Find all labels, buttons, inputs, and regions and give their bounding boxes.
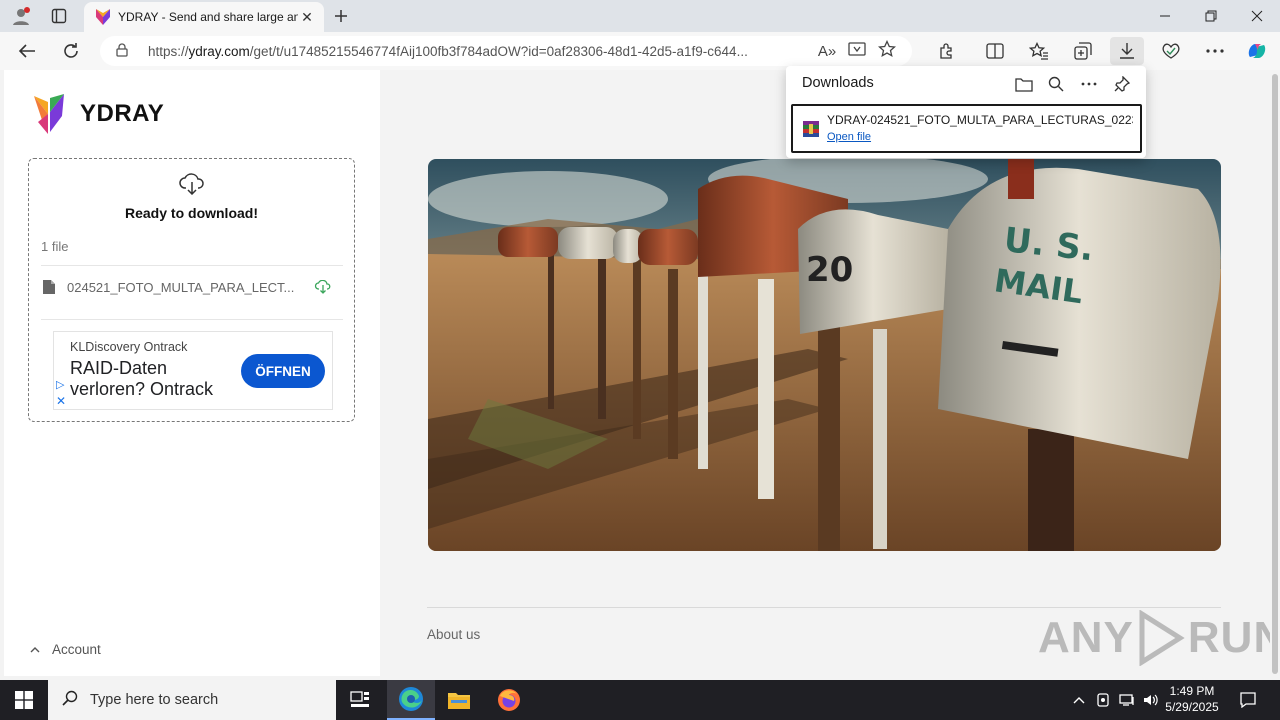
ready-heading: Ready to download! [125, 205, 258, 221]
collections-icon[interactable] [1066, 37, 1100, 65]
immersive-reader-icon[interactable] [842, 41, 872, 61]
close-tab-icon[interactable]: ✕ [298, 8, 316, 26]
archive-file-icon [803, 121, 819, 137]
watermark-left: ANY [1038, 613, 1134, 662]
open-file-link[interactable]: Open file [827, 131, 871, 143]
tab-title: YDRAY - Send and share large an [118, 10, 298, 24]
download-card: Ready to download! 1 file 024521_FOTO_MU… [28, 158, 355, 422]
file-count: 1 file [41, 239, 69, 254]
downloads-flyout: Downloads YDRAY-024521_FOTO_MULTA_PARA_L… [786, 66, 1146, 158]
download-sidebar: YDRAY Ready to download! 1 file 024521_F… [4, 70, 380, 676]
read-aloud-icon[interactable]: A» [812, 43, 842, 60]
task-view-icon[interactable] [336, 680, 384, 720]
hero-image: 20 U. S. MAIL [428, 159, 1221, 551]
watermark-right: RUN [1187, 613, 1280, 662]
file-icon [43, 280, 55, 294]
ad-open-button[interactable]: ÖFFNEN [241, 354, 325, 388]
download-item[interactable]: YDRAY-024521_FOTO_MULTA_PARA_LECTURAS_02… [791, 104, 1142, 153]
page-scrollbar[interactable] [1270, 70, 1280, 676]
page-viewport: YDRAY Ready to download! 1 file 024521_F… [0, 70, 1280, 680]
new-tab-icon[interactable] [328, 4, 354, 28]
brand-name: YDRAY [80, 100, 165, 127]
search-icon [62, 690, 78, 711]
windows-taskbar: Type here to search 1:49 PM 5/29/2025 [0, 680, 1280, 720]
edge-taskbar-icon[interactable] [387, 680, 435, 720]
more-options-icon[interactable] [1198, 37, 1232, 65]
lock-icon[interactable] [116, 42, 132, 60]
divider [41, 319, 343, 320]
device-tray-icon[interactable] [1092, 680, 1114, 720]
notifications-icon[interactable] [1234, 680, 1262, 720]
back-arrow-icon[interactable] [12, 37, 42, 65]
downloads-title: Downloads [802, 75, 874, 91]
taskbar-search-placeholder: Type here to search [90, 692, 219, 708]
scrollbar-thumb[interactable] [1272, 74, 1278, 674]
browser-essentials-icon[interactable] [1154, 37, 1188, 65]
footer-divider [427, 607, 1221, 608]
divider [41, 265, 343, 266]
about-us-link[interactable]: About us [427, 627, 480, 642]
favorites-list-icon[interactable] [1022, 37, 1056, 65]
url-host: ydray.com [188, 43, 250, 59]
account-label: Account [52, 642, 101, 657]
advertisement-banner[interactable]: KLDiscovery Ontrack RAID-Daten verloren?… [53, 331, 333, 410]
downloads-more-icon[interactable] [1075, 72, 1103, 96]
download-file-name: YDRAY-024521_FOTO_MULTA_PARA_LECTURAS_02… [827, 113, 1133, 127]
browser-tab-bar: YDRAY - Send and share large an ✕ [0, 0, 1280, 32]
search-downloads-icon[interactable] [1042, 72, 1070, 96]
browser-toolbar: https://ydray.com/get/t/u17485215546774f… [0, 32, 1280, 70]
minimize-window-icon[interactable] [1142, 0, 1188, 32]
file-list-item[interactable]: 024521_FOTO_MULTA_PARA_LECT... [43, 275, 333, 299]
refresh-icon[interactable] [56, 37, 86, 65]
profile-icon[interactable] [8, 4, 34, 28]
chevron-up-icon [30, 644, 40, 656]
ad-headline[interactable]: RAID-Daten verloren? Ontrack [70, 358, 240, 400]
watermark-play-icon [1139, 610, 1185, 666]
taskbar-search-box[interactable]: Type here to search [48, 680, 336, 720]
system-clock[interactable]: 1:49 PM 5/29/2025 [1160, 683, 1224, 715]
pin-icon[interactable] [1108, 72, 1136, 96]
ad-advertiser: KLDiscovery Ontrack [70, 340, 188, 354]
show-hidden-icons-chevron-icon[interactable] [1068, 680, 1090, 720]
url-path: /get/t/u17485215546774fAij100fb3f784adOW… [249, 43, 748, 59]
ad-choices-icon[interactable]: ▷ [56, 378, 64, 391]
extensions-puzzle-icon[interactable] [930, 37, 964, 65]
split-screen-icon[interactable] [978, 37, 1012, 65]
tab-actions-icon[interactable] [46, 4, 72, 28]
url-text[interactable]: https://ydray.com/get/t/u17485215546774f… [148, 44, 812, 59]
file-explorer-icon[interactable] [435, 680, 483, 720]
network-icon[interactable] [1116, 680, 1138, 720]
open-folder-icon[interactable] [1010, 72, 1038, 96]
ydray-logo-mark-icon [34, 94, 64, 134]
copilot-icon[interactable] [1240, 37, 1274, 65]
hero-box-number: 20 [806, 250, 853, 290]
downloads-icon[interactable] [1110, 37, 1144, 65]
file-download-icon[interactable] [313, 280, 333, 294]
tab-ydray[interactable]: YDRAY - Send and share large an ✕ [84, 2, 324, 32]
ad-close-icon[interactable]: ✕ [56, 394, 66, 408]
firefox-icon[interactable] [485, 680, 533, 720]
anyrun-watermark: ANY RUN [1038, 610, 1280, 666]
cloud-download-icon [179, 173, 204, 195]
volume-icon[interactable] [1140, 680, 1162, 720]
ydray-favicon-icon [96, 9, 110, 25]
clock-time: 1:49 PM [1169, 684, 1215, 698]
close-window-icon[interactable] [1234, 0, 1280, 32]
clock-date: 5/29/2025 [1165, 700, 1219, 714]
address-bar[interactable]: https://ydray.com/get/t/u17485215546774f… [100, 36, 912, 66]
account-toggle[interactable]: Account [30, 642, 101, 657]
windows-start-icon[interactable] [0, 680, 48, 720]
file-name: 024521_FOTO_MULTA_PARA_LECT... [67, 279, 295, 295]
favorite-star-icon[interactable] [872, 39, 902, 62]
restore-window-icon[interactable] [1188, 0, 1234, 32]
url-prefix: https:// [148, 43, 189, 59]
ydray-logo[interactable]: YDRAY [34, 94, 164, 134]
